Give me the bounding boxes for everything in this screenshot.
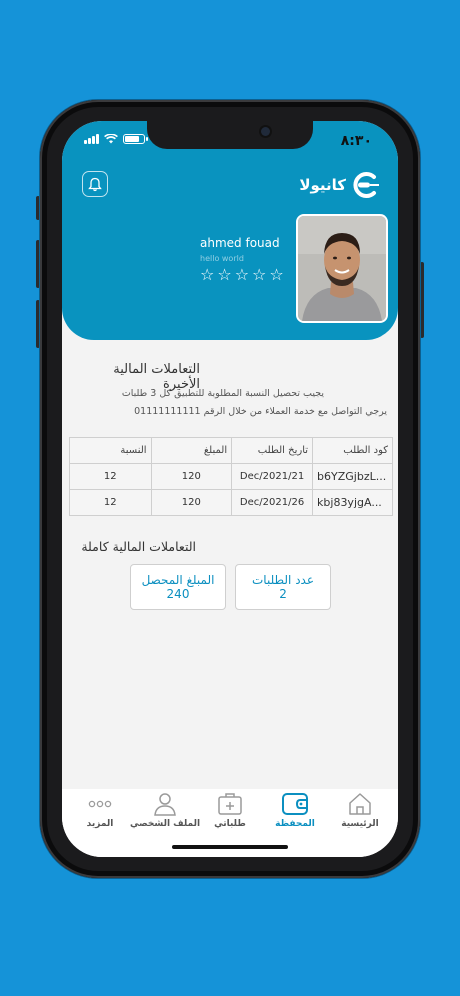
collected-amount-value: 240 bbox=[166, 587, 190, 601]
order-amount-cell: 120 bbox=[150, 463, 233, 490]
tab-more[interactable]: المزيد bbox=[70, 789, 130, 857]
wifi-icon bbox=[104, 134, 118, 144]
tab-home[interactable]: الرئيسية bbox=[330, 789, 390, 857]
rating-stars: ☆ ☆ ☆ ☆ ☆ bbox=[200, 267, 284, 283]
star-icon: ☆ bbox=[200, 265, 215, 284]
order-date-cell: 26/Dec/2021 bbox=[231, 489, 314, 516]
star-icon: ☆ bbox=[234, 265, 250, 284]
orders-icon bbox=[218, 793, 242, 815]
tab-label: المحفظة bbox=[275, 819, 315, 829]
column-header-amount: المبلغ bbox=[150, 437, 233, 464]
column-header-date: تاريخ الطلب bbox=[231, 437, 314, 464]
signal-icon bbox=[84, 134, 99, 144]
collection-note: يجيب تحصيل النسبة المطلوبة للتطبيق كل 3 … bbox=[121, 388, 324, 399]
notifications-button[interactable] bbox=[82, 171, 108, 197]
phone-notch bbox=[147, 121, 313, 149]
home-icon bbox=[349, 793, 371, 815]
order-code-cell: kbj83yjgA... bbox=[312, 489, 393, 516]
column-header-code: كود الطلب bbox=[312, 437, 393, 464]
app-screen: ٨:٣٠ كانيولا ahmed fouad hello world ☆ ☆… bbox=[62, 121, 398, 857]
phone-power-button bbox=[420, 262, 424, 338]
status-icons bbox=[84, 134, 148, 144]
collected-amount-card[interactable]: المبلغ المحصل 240 bbox=[130, 564, 226, 610]
star-icon: ☆ bbox=[252, 265, 267, 284]
more-icon bbox=[88, 800, 112, 808]
full-transactions-title: التعاملات المالية كاملة bbox=[81, 539, 196, 554]
user-name: ahmed fouad bbox=[200, 236, 280, 250]
order-ratio-cell: 12 bbox=[69, 463, 152, 490]
order-amount-cell: 120 bbox=[150, 489, 233, 516]
tab-label: الرئيسية bbox=[341, 819, 379, 829]
orders-count-label: عدد الطلبات bbox=[252, 573, 314, 587]
tab-label: طلباتي bbox=[214, 819, 246, 829]
order-ratio-cell: 12 bbox=[69, 489, 152, 516]
wallet-icon bbox=[282, 793, 308, 815]
battery-icon bbox=[123, 134, 148, 144]
camera-icon bbox=[261, 127, 270, 136]
star-icon: ☆ bbox=[269, 265, 284, 284]
app-logo: كانيولا bbox=[299, 171, 380, 199]
tab-label: المزيد bbox=[86, 819, 114, 829]
transactions-table: كود الطلب تاريخ الطلب المبلغ النسبة b6YZ… bbox=[69, 437, 393, 516]
profile-icon bbox=[154, 793, 176, 816]
orders-count-value: 2 bbox=[279, 587, 287, 601]
profile-photo bbox=[296, 214, 388, 323]
logo-text: كانيولا bbox=[299, 176, 346, 194]
star-icon: ☆ bbox=[217, 265, 232, 284]
orders-count-card[interactable]: عدد الطلبات 2 bbox=[235, 564, 331, 610]
bell-icon bbox=[88, 177, 102, 191]
status-time: ٨:٣٠ bbox=[340, 133, 372, 149]
column-header-ratio: النسبة bbox=[69, 437, 152, 464]
wallet-header: ٨:٣٠ كانيولا ahmed fouad hello world ☆ ☆… bbox=[62, 121, 398, 340]
collected-amount-label: المبلغ المحصل bbox=[141, 573, 215, 587]
home-indicator[interactable] bbox=[172, 845, 288, 849]
table-row[interactable]: kbj83yjgA... 26/Dec/2021 120 12 bbox=[69, 489, 393, 516]
order-date-cell: 21/Dec/2021 bbox=[231, 463, 314, 490]
support-note: يرجي التواصل مع خدمة العملاء من خلال الر… bbox=[134, 406, 387, 417]
logo-mark-icon bbox=[353, 172, 379, 198]
user-tagline: hello world bbox=[200, 254, 244, 263]
order-code-cell: b6YZGjbzL... bbox=[312, 463, 393, 490]
tab-label: الملف الشخصي bbox=[129, 819, 201, 829]
table-row[interactable]: b6YZGjbzL... 21/Dec/2021 120 12 bbox=[69, 463, 393, 490]
